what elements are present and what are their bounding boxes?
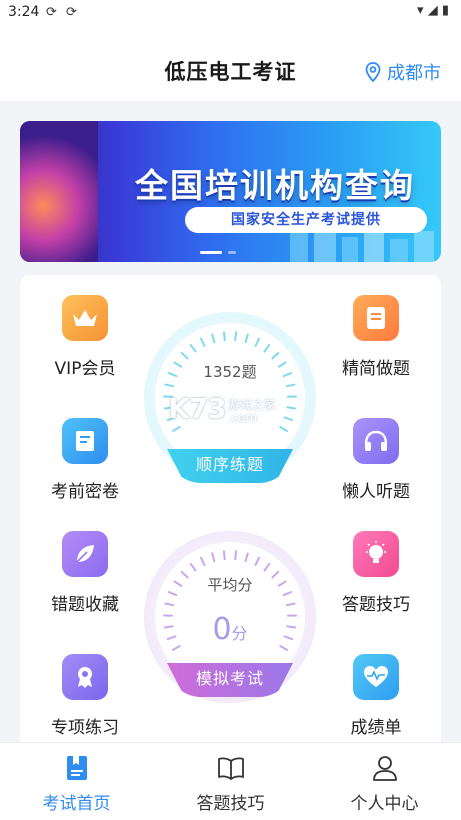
wrong-questions-label: 错题收藏 bbox=[51, 595, 119, 615]
gauge-tick bbox=[180, 351, 189, 360]
status-bar: 3:24 ⟳ ⟳ ▾ ◢ ▮ bbox=[0, 0, 461, 26]
gauge-tick bbox=[222, 331, 226, 342]
average-score-value: 0分 bbox=[145, 612, 315, 647]
gauge-tick bbox=[234, 550, 238, 561]
gauge-tick bbox=[254, 556, 261, 566]
gauge-tick bbox=[286, 406, 297, 410]
gauge-tick bbox=[199, 556, 206, 566]
answer-tips-button[interactable]: 答题技巧 bbox=[321, 531, 431, 615]
location-label: 成都市 bbox=[387, 63, 441, 84]
status-time: 3:24 bbox=[8, 4, 40, 20]
vip-member-label: VIP会员 bbox=[54, 359, 116, 379]
signal-icon: ◢ bbox=[427, 3, 438, 18]
crown-icon bbox=[62, 295, 108, 341]
gauge-tick bbox=[199, 337, 206, 347]
mock-exam-gauge[interactable]: 平均分 0分 模拟考试 bbox=[145, 532, 315, 702]
headphones-icon bbox=[353, 418, 399, 464]
banner-title: 全国培训机构查询 bbox=[135, 166, 415, 205]
carousel-dot-active bbox=[200, 251, 222, 254]
tab-label: 答题技巧 bbox=[196, 794, 265, 814]
gauge-tick bbox=[283, 416, 294, 422]
note-icon bbox=[353, 295, 399, 341]
lightbulb-icon bbox=[353, 531, 399, 577]
battery-icon: ▮ bbox=[441, 3, 449, 18]
gauge-tick bbox=[285, 602, 296, 607]
watermark-text-top: 游戏之家 bbox=[227, 398, 276, 412]
gauge-tick bbox=[164, 602, 175, 607]
gauge-tick bbox=[189, 562, 197, 572]
gauge-tick bbox=[234, 331, 238, 342]
watermark-logo: K73 bbox=[168, 392, 227, 425]
gauge-tick bbox=[164, 383, 175, 388]
special-practice-button[interactable]: 专项练习 bbox=[30, 654, 140, 738]
mock-exam-button[interactable]: 模拟考试 bbox=[167, 663, 293, 697]
tab-answer-tips[interactable]: 答题技巧 bbox=[154, 743, 307, 820]
status-icons: ▾ ◢ ▮ bbox=[417, 3, 449, 18]
banner-decoration bbox=[20, 121, 98, 262]
gauge-tick bbox=[279, 426, 289, 432]
score-unit: 分 bbox=[231, 624, 248, 643]
leaf-icon bbox=[62, 531, 108, 577]
score-number: 0 bbox=[212, 612, 232, 647]
tab-personal-center[interactable]: 个人中心 bbox=[308, 743, 461, 820]
bottom-tab-bar: 考试首页 答题技巧 个人中心 bbox=[0, 742, 461, 820]
score-report-button[interactable]: 成绩单 bbox=[321, 654, 431, 738]
tab-label: 考试首页 bbox=[42, 794, 111, 814]
watermark-text: 游戏之家 .com bbox=[228, 399, 276, 425]
gauge-tick bbox=[189, 343, 197, 353]
gauge-tick bbox=[211, 333, 216, 344]
lazy-listen-button[interactable]: 懒人听题 bbox=[321, 418, 431, 502]
exam-secret-paper-button[interactable]: 考前密卷 bbox=[30, 418, 140, 502]
app-header: 低压电工考证 成都市 bbox=[0, 26, 461, 101]
gauge-tick bbox=[263, 343, 271, 353]
gauge-tick bbox=[222, 550, 226, 561]
banner-carousel[interactable]: 全国培训机构查询 国家安全生产考试提供 bbox=[20, 121, 441, 262]
answer-tips-label: 答题技巧 bbox=[342, 595, 410, 615]
gauge-tick bbox=[171, 426, 181, 432]
special-practice-label: 专项练习 bbox=[51, 718, 119, 738]
sync-icon: ⟳ bbox=[66, 5, 77, 20]
question-count: 1352题 bbox=[203, 363, 257, 381]
heart-pulse-icon bbox=[353, 654, 399, 700]
award-icon bbox=[62, 654, 108, 700]
gauge-tick bbox=[244, 552, 249, 563]
paper-icon bbox=[62, 418, 108, 464]
banner-subtitle: 国家安全生产考试提供 bbox=[185, 207, 427, 233]
wrong-questions-button[interactable]: 错题收藏 bbox=[30, 531, 140, 615]
exam-home-icon bbox=[63, 753, 91, 783]
concise-practice-button[interactable]: 精简做题 bbox=[321, 295, 431, 379]
sync-icon: ⟳ bbox=[46, 5, 57, 20]
average-score-label: 平均分 bbox=[207, 576, 253, 594]
gauge-tick bbox=[254, 337, 261, 347]
gauge-tick bbox=[271, 351, 280, 360]
location-selector[interactable]: 成都市 bbox=[365, 59, 441, 85]
score-report-label: 成绩单 bbox=[350, 718, 402, 738]
exam-secret-paper-label: 考前密卷 bbox=[51, 482, 119, 502]
lazy-listen-label: 懒人听题 bbox=[342, 482, 410, 502]
person-icon bbox=[371, 753, 399, 783]
concise-practice-label: 精简做题 bbox=[342, 359, 410, 379]
watermark-text-bottom: .com bbox=[227, 411, 258, 425]
carousel-indicator bbox=[200, 251, 236, 254]
vip-member-button[interactable]: VIP会员 bbox=[30, 295, 140, 379]
carousel-dot bbox=[228, 251, 236, 254]
gauge-tick bbox=[244, 333, 249, 344]
sequential-practice-button[interactable]: 顺序练题 bbox=[167, 449, 293, 483]
tab-exam-home[interactable]: 考试首页 bbox=[0, 743, 153, 820]
gauge-tick bbox=[263, 562, 271, 572]
gauge-tick bbox=[285, 383, 296, 388]
wifi-icon: ▾ bbox=[417, 3, 424, 18]
gauge-tick bbox=[211, 552, 216, 563]
tab-label: 个人中心 bbox=[350, 794, 419, 814]
book-icon bbox=[217, 753, 245, 783]
location-pin-icon bbox=[365, 62, 381, 82]
watermark: K73 游戏之家 .com bbox=[168, 392, 276, 425]
